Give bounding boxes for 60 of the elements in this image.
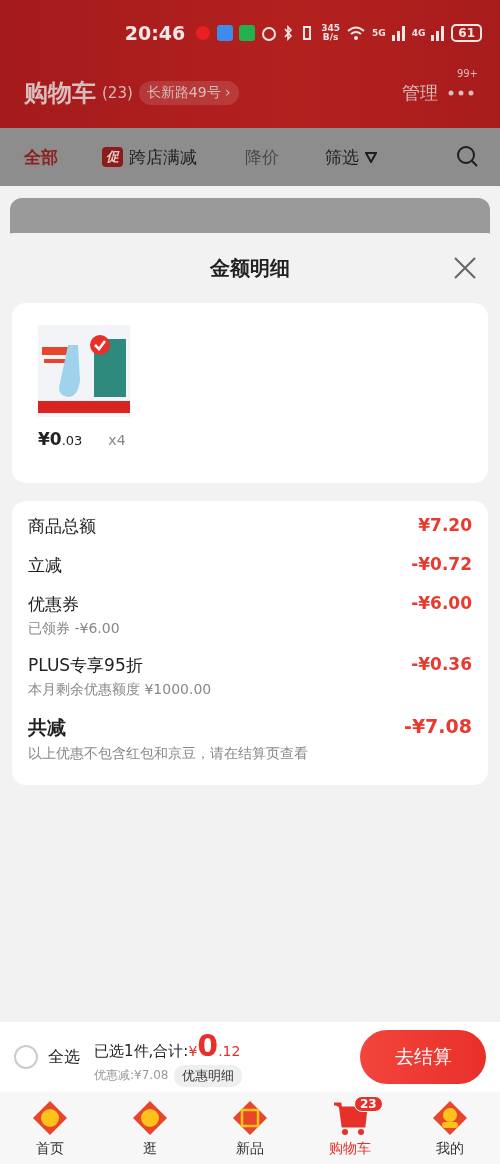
bluetooth-icon (283, 24, 294, 42)
select-all-label[interactable]: 全选 (48, 1046, 80, 1068)
nav-tab[interactable]: 新品 (200, 1092, 300, 1164)
discount-text: 优惠减:¥7.08 (94, 1067, 169, 1084)
nav-label: 购物车 (329, 1140, 371, 1158)
wifi-icon (346, 25, 366, 41)
filter-tab[interactable]: 跨店满减 (129, 145, 197, 169)
nav-label: 我的 (436, 1140, 464, 1158)
line-note: 以上优惠不包含红包和京豆，请在结算页查看 (28, 745, 308, 763)
page-title: 购物车 (24, 78, 96, 109)
line-amount: -¥0.72 (411, 554, 472, 574)
nav-tab[interactable]: 我的 (400, 1092, 500, 1164)
network-speed: 345 B/s (321, 24, 340, 42)
message-count-label: 99+ (456, 68, 478, 79)
clock: 20:46 (124, 22, 186, 44)
select-all-radio[interactable] (14, 1045, 38, 1069)
discount-detail-button[interactable]: 优惠明细 (174, 1064, 243, 1087)
product-quantity: x4 (108, 432, 126, 448)
line-label: 优惠券 (28, 593, 80, 616)
signal-icon (391, 25, 406, 41)
signal-icon (431, 25, 446, 41)
filter-tab[interactable]: 筛选 (325, 145, 359, 169)
cart-badge: 23 (354, 1096, 383, 1112)
search-icon[interactable] (456, 145, 480, 169)
total-summary: 已选1件,合计:¥0.12 (94, 1027, 242, 1063)
checkout-button[interactable]: 去结算 (360, 1030, 486, 1084)
nav-label: 首页 (36, 1140, 64, 1158)
network-type: 4G (411, 28, 426, 38)
line-label: PLUS专享95折 (28, 654, 144, 677)
chat-app-icon (239, 25, 256, 41)
line-label: 立减 (28, 554, 62, 577)
item-count: (23) (102, 84, 133, 102)
line-amount: ¥7.20 (418, 515, 472, 535)
line-label: 商品总额 (28, 515, 96, 538)
address-chip[interactable]: 长新路49号 › (138, 81, 239, 105)
app-icon (217, 25, 234, 41)
line-note: 本月剩余优惠额度 ¥1000.00 (28, 681, 212, 699)
more-icon[interactable] (448, 90, 474, 96)
line-amount: -¥6.00 (411, 593, 472, 613)
nav-tab[interactable]: 23 购物车 (300, 1092, 400, 1164)
manage-link[interactable]: 管理 (402, 81, 438, 105)
line-amount: -¥7.08 (404, 715, 472, 737)
close-icon[interactable] (454, 257, 476, 279)
battery-level: 61 (451, 24, 482, 42)
line-amount: -¥0.36 (411, 654, 472, 674)
line-note: 已领券 -¥6.00 (28, 620, 120, 638)
nav-tab[interactable]: 逛 (100, 1092, 200, 1164)
network-type: 5G (372, 28, 386, 38)
promo-tag: 促 (102, 147, 123, 167)
nav-label: 新品 (236, 1140, 264, 1158)
filter-tab[interactable]: 降价 (245, 145, 279, 169)
filter-icon[interactable] (365, 151, 377, 163)
sheet-title: 金额明细 (210, 254, 290, 282)
line-label: 共减 (28, 715, 67, 740)
product-price: ¥0.03 (38, 429, 83, 449)
nav-label: 逛 (143, 1140, 157, 1158)
filter-tab[interactable]: 全部 (24, 145, 58, 169)
video-app-icon (195, 25, 212, 41)
alarm-icon (261, 25, 278, 41)
nav-tab[interactable]: 首页 (0, 1092, 100, 1164)
